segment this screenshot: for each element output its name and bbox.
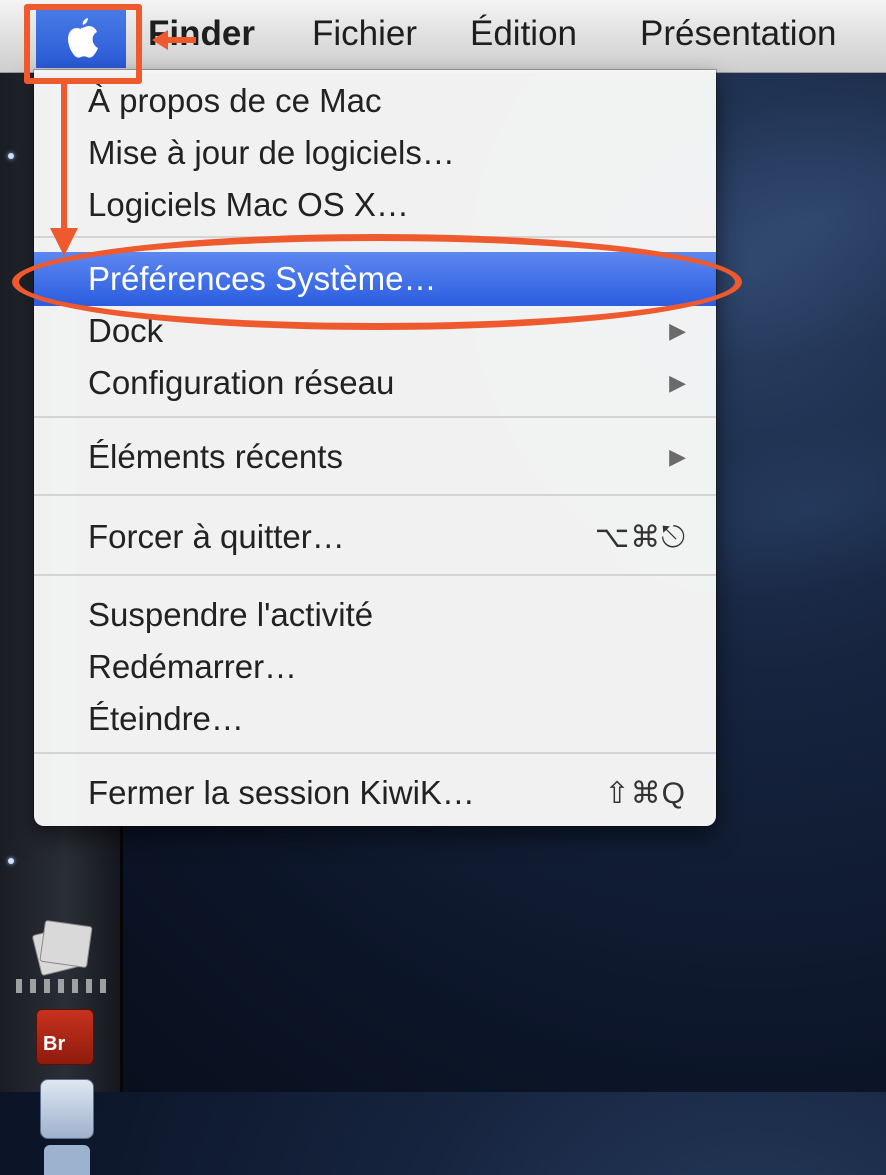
menu-separator — [34, 494, 716, 496]
menu-item-mac-os-x-software[interactable]: Logiciels Mac OS X… — [34, 178, 716, 232]
menu-item-sleep[interactable]: Suspendre l'activité — [34, 588, 716, 642]
submenu-arrow-icon: ▶ — [669, 318, 686, 343]
shortcut-force-quit: ⌥⌘⎋ — [594, 520, 686, 554]
annotation-box — [24, 4, 142, 84]
annotation-ellipse — [12, 234, 742, 330]
menu-item-recent-items[interactable]: Éléments récents ▶ — [34, 430, 716, 484]
submenu-arrow-icon: ▶ — [669, 444, 686, 469]
annotation-arrow-left-icon — [152, 30, 196, 50]
menu-separator — [34, 752, 716, 754]
menu-item-restart[interactable]: Redémarrer… — [34, 640, 716, 694]
apple-dropdown-menu: À propos de ce Mac Mise à jour de logici… — [34, 70, 716, 826]
dock-separator — [16, 979, 108, 993]
preview-app-icon[interactable] — [40, 1079, 94, 1139]
running-indicator — [8, 858, 14, 864]
menu-presentation[interactable]: Présentation — [640, 14, 837, 54]
menu-edition[interactable]: Édition — [470, 14, 577, 54]
documents-stack-icon[interactable] — [30, 915, 93, 977]
menu-item-network-location[interactable]: Configuration réseau ▶ — [34, 356, 716, 410]
dock-app-icon[interactable] — [44, 1145, 90, 1175]
menu-fichier[interactable]: Fichier — [312, 14, 417, 54]
shortcut-log-out: ⇧⌘Q — [604, 776, 686, 810]
menu-separator — [34, 416, 716, 418]
menu-item-shut-down[interactable]: Éteindre… — [34, 692, 716, 746]
bridge-app-icon[interactable]: Br — [36, 1009, 94, 1065]
submenu-arrow-icon: ▶ — [669, 370, 686, 395]
menu-item-log-out[interactable]: Fermer la session KiwiK… ⇧⌘Q — [34, 766, 716, 820]
running-indicator — [8, 153, 14, 159]
annotation-arrow-down-icon — [50, 80, 78, 256]
menu-item-force-quit[interactable]: Forcer à quitter… ⌥⌘⎋ — [34, 510, 716, 564]
menu-separator — [34, 574, 716, 576]
menu-item-software-update[interactable]: Mise à jour de logiciels… — [34, 126, 716, 180]
